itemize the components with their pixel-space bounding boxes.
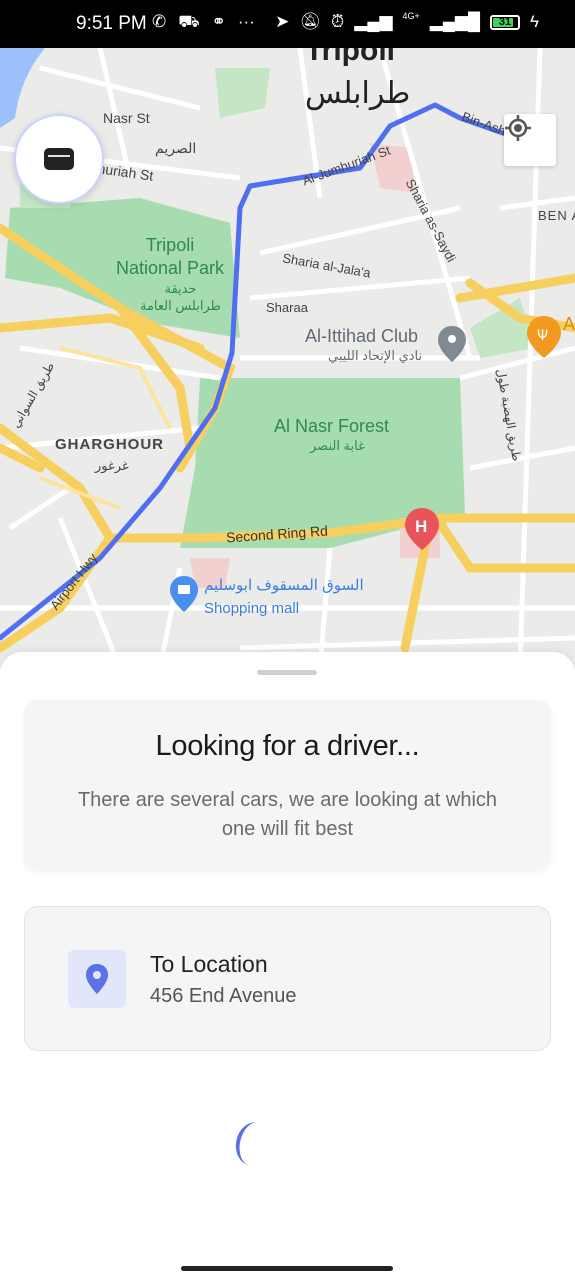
charging-icon: ϟ xyxy=(530,12,539,31)
wallet-button[interactable] xyxy=(14,114,104,204)
my-location-button[interactable] xyxy=(504,114,556,166)
national-park-label: Tripoli National Park xyxy=(116,235,225,278)
bottom-sheet: Looking for a driver... There are severa… xyxy=(0,652,575,1280)
whatsapp-icon: ✆ xyxy=(152,12,167,31)
ben-a-label: BEN A xyxy=(538,208,575,223)
car-icon: ⛟ xyxy=(178,12,200,31)
shopping-mall-label: Shopping mall xyxy=(204,600,300,617)
status-time: 9:51 PM xyxy=(76,13,147,34)
network-type: 4G+ xyxy=(402,11,420,21)
gharghour-ar-label: غرغور xyxy=(95,458,129,473)
alarm-icon: ⏰︎ xyxy=(331,12,345,31)
signal-icon: ▂▄▆ xyxy=(354,12,393,31)
home-indicator[interactable] xyxy=(181,1266,393,1271)
share-icon: ⚭ xyxy=(211,12,226,31)
location-icon: ➤ xyxy=(275,12,290,31)
system-icons: ➤ 🔕︎ ⏰︎ ▂▄▆ 4G+ ▂▄▆█ 31 ϟ xyxy=(275,11,539,32)
loading-spinner xyxy=(231,1118,277,1170)
restaurant-label: A xyxy=(563,314,575,334)
status-title: Looking for a driver... xyxy=(155,730,420,762)
more-icon: ··· xyxy=(237,12,255,31)
shopping-mall-ar-label: السوق المسقوف ابوسليم xyxy=(204,577,364,594)
city-name-ar-label: طرابلس xyxy=(305,77,411,110)
nasr-forest-label: Al Nasr Forest xyxy=(274,416,390,436)
crosshair-icon xyxy=(505,115,531,141)
search-status-card: Looking for a driver... There are severa… xyxy=(24,700,551,870)
svg-text:H: H xyxy=(415,517,427,536)
destination-pin-icon xyxy=(68,950,126,1008)
destination-address: 456 End Avenue xyxy=(150,985,297,1007)
battery-level: 31 xyxy=(498,16,512,28)
notification-icons: ✆ ⛟ ⚭ ··· xyxy=(152,12,255,34)
sarim-label: الصريم xyxy=(155,140,197,156)
nasr-st-label: Nasr St xyxy=(103,110,150,126)
ittihad-club-ar-label: نادي الإتحاد الليبي xyxy=(328,348,423,363)
status-bar: 9:51 PM ✆ ⛟ ⚭ ··· ➤ 🔕︎ ⏰︎ ▂▄▆ 4G+ ▂▄▆█ 3… xyxy=(0,0,575,48)
wallet-icon xyxy=(44,148,74,170)
svg-text:Ψ: Ψ xyxy=(537,328,548,344)
ittihad-club-label: Al-Ittihad Club xyxy=(305,326,419,346)
signal-icon-2: ▂▄▆█ xyxy=(429,12,480,31)
sharaa-label: Sharaa xyxy=(266,300,308,315)
mute-icon: 🔕︎ xyxy=(299,12,322,31)
city-name-label: Tripoli xyxy=(305,48,395,67)
battery-icon: 31 xyxy=(490,14,520,30)
destination-label: To Location xyxy=(150,951,268,977)
status-description: There are several cars, we are looking a… xyxy=(77,789,498,840)
gharghour-label: GHARGHOUR xyxy=(55,436,164,453)
nasr-forest-ar-label: غابة النصر xyxy=(310,438,365,453)
sheet-drag-handle[interactable] xyxy=(257,670,317,675)
map-view[interactable]: H Ψ Tripoli طرابلس Nasr St الصريم Al Jum… xyxy=(0,48,575,668)
destination-card[interactable]: To Location 456 End Avenue xyxy=(24,906,551,1051)
national-park-ar-label: حديقة طرابلس العامة xyxy=(140,281,221,313)
